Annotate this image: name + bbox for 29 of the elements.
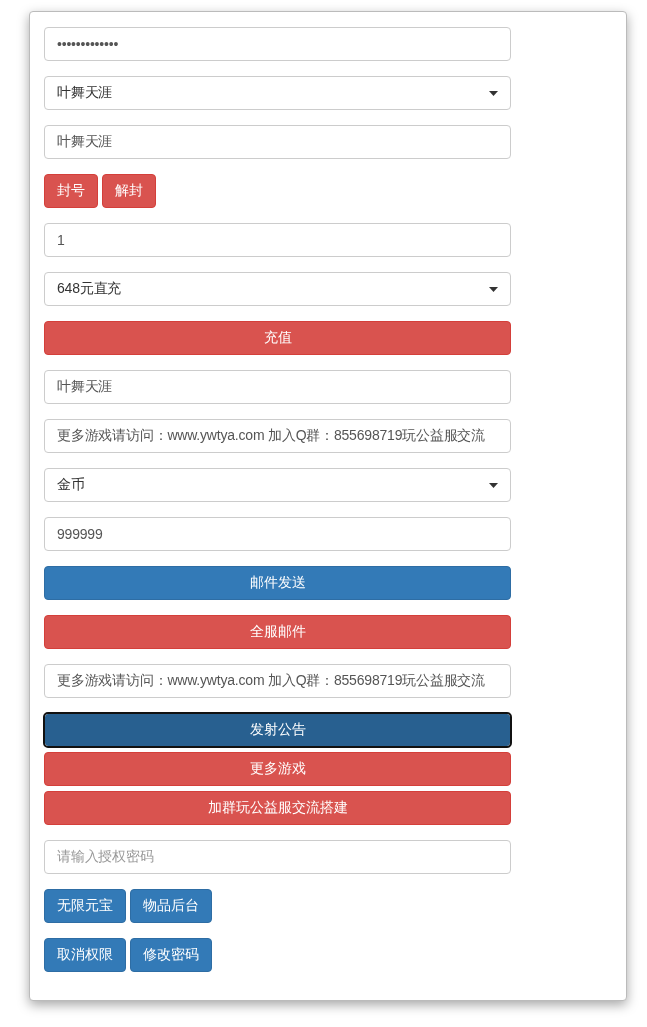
input-field[interactable]: 更多游戏请访问：www.ywtya.com 加入Q群：855698719玩公益服交流 <box>44 419 511 453</box>
select-field[interactable]: 金币 <box>44 468 511 502</box>
input-field[interactable]: 999999 <box>44 517 511 551</box>
caret-icon <box>489 286 498 292</box>
action-button[interactable]: 解封 <box>102 174 156 208</box>
input-field[interactable]: 叶舞天涯 <box>44 125 511 159</box>
select-value: 648元直充 <box>57 280 122 298</box>
select-value: 金币 <box>57 476 85 494</box>
input-field[interactable]: 更多游戏请访问：www.ywtya.com 加入Q群：855698719玩公益服交流 <box>44 664 511 698</box>
action-button[interactable]: 无限元宝 <box>44 889 126 923</box>
action-button[interactable]: 更多游戏 <box>44 752 511 786</box>
action-button[interactable]: 物品后台 <box>130 889 212 923</box>
action-button[interactable]: 全服邮件 <box>44 615 511 649</box>
input-field[interactable]: 请输入授权密码 <box>44 840 511 874</box>
select-field[interactable]: 叶舞天涯 <box>44 76 511 110</box>
action-button[interactable]: 加群玩公益服交流搭建 <box>44 791 511 825</box>
caret-icon <box>489 482 498 488</box>
action-button[interactable]: 修改密码 <box>130 938 212 972</box>
input-field[interactable]: ••••••••••••• <box>44 27 511 61</box>
input-field[interactable]: 1 <box>44 223 511 257</box>
action-button[interactable]: 邮件发送 <box>44 566 511 600</box>
select-value: 叶舞天涯 <box>57 84 113 102</box>
input-field[interactable]: 叶舞天涯 <box>44 370 511 404</box>
action-button[interactable]: 发射公告 <box>44 713 511 747</box>
action-button[interactable]: 封号 <box>44 174 98 208</box>
select-field[interactable]: 648元直充 <box>44 272 511 306</box>
action-button[interactable]: 取消权限 <box>44 938 126 972</box>
action-button[interactable]: 充值 <box>44 321 511 355</box>
caret-icon <box>489 90 498 96</box>
